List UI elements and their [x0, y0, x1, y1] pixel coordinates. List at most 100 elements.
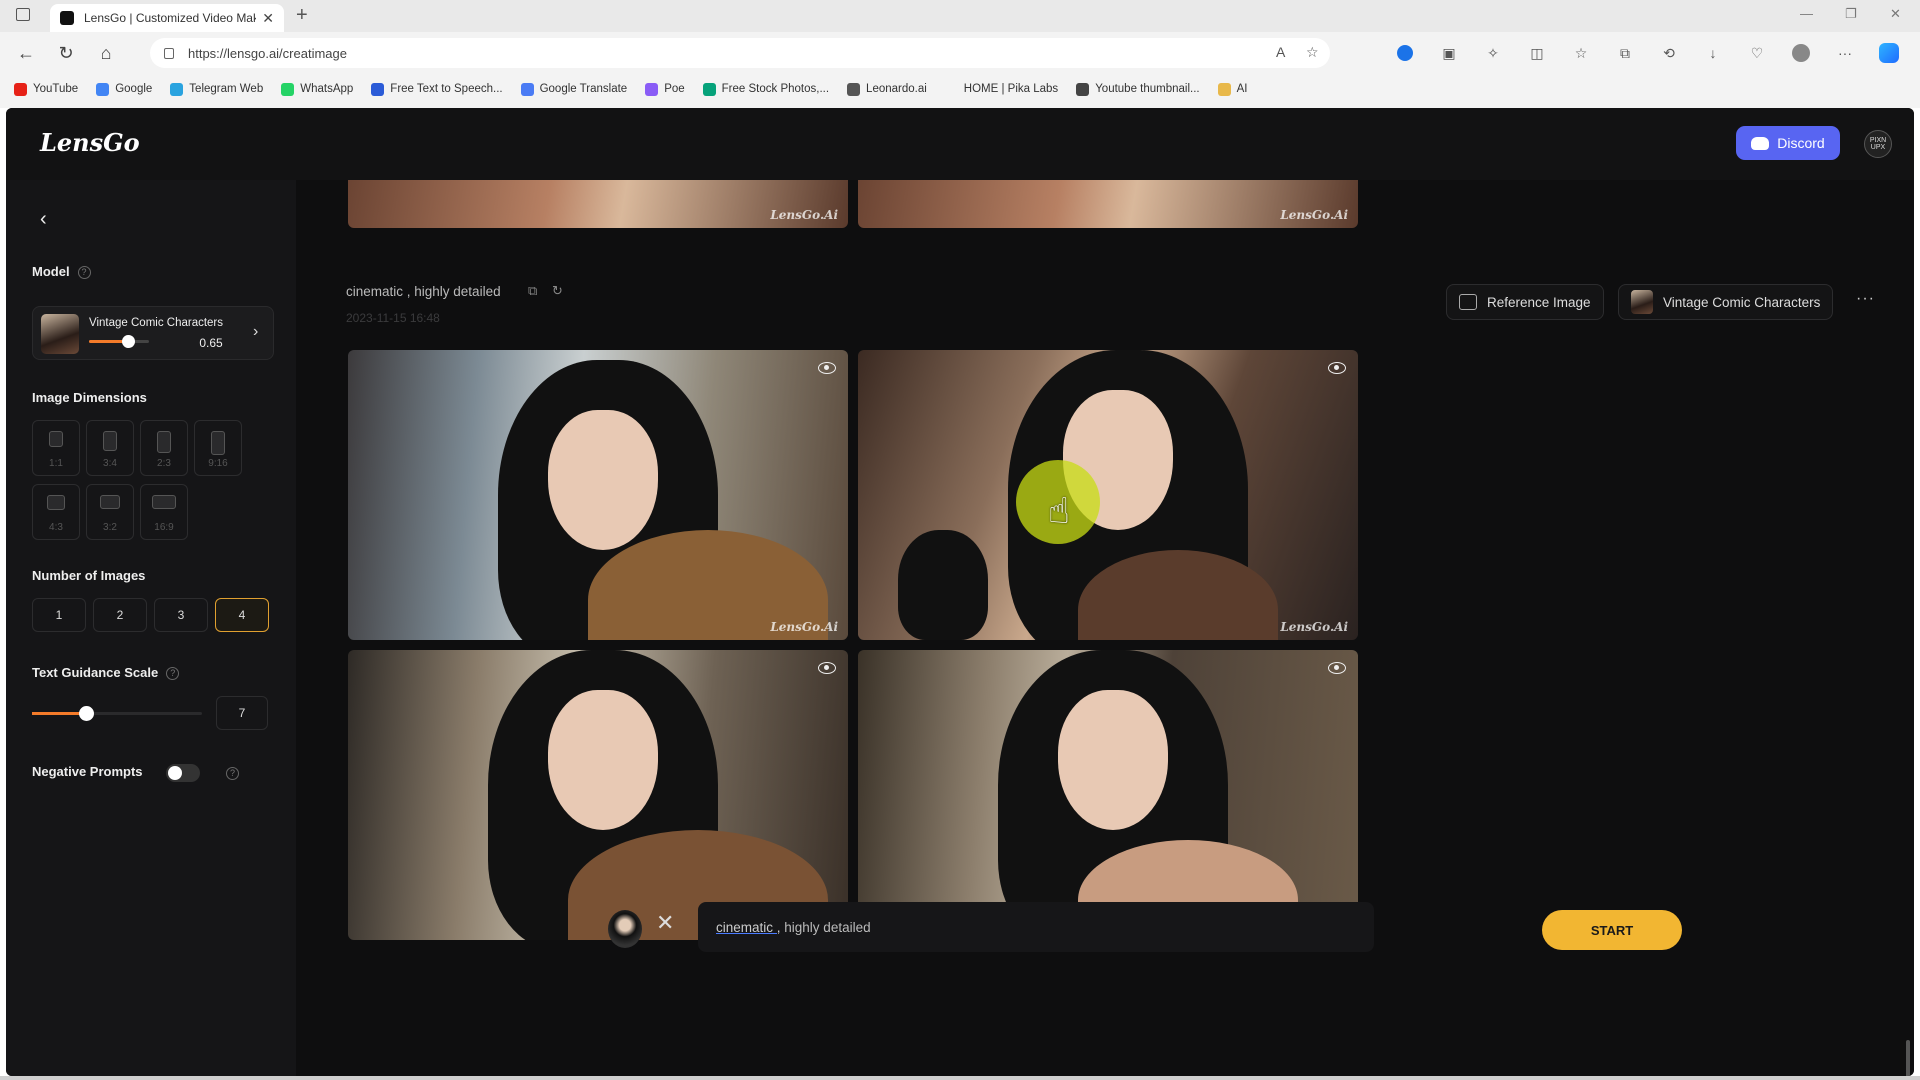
tab-strip: LensGo | Customized Video Mak ✕ + — ❐ ✕: [0, 0, 1920, 32]
profile-icon[interactable]: [1791, 44, 1811, 62]
generated-image-1[interactable]: LensGo.Ai: [348, 350, 848, 640]
split-screen-icon[interactable]: ◫: [1527, 44, 1547, 62]
guidance-label: Text Guidance Scale: [32, 665, 159, 680]
home-icon[interactable]: ⌂: [92, 43, 120, 64]
help-icon[interactable]: ?: [166, 667, 180, 681]
history-icon[interactable]: ⟲: [1659, 44, 1679, 62]
dimension-option[interactable]: 3:4: [86, 420, 134, 476]
dimension-option[interactable]: 3:2: [86, 484, 134, 540]
bookmark-item[interactable]: Leonardo.ai: [847, 82, 927, 96]
regenerate-icon[interactable]: ↻: [552, 283, 566, 298]
aspect-ratio-icon: [103, 431, 117, 451]
read-aloud-icon[interactable]: A: [1276, 44, 1285, 60]
model-strength-value[interactable]: 0.65: [193, 333, 229, 353]
bookmark-item[interactable]: Free Stock Photos,...: [702, 82, 829, 96]
bookmark-item[interactable]: Free Text to Speech...: [371, 82, 503, 96]
downloads-icon[interactable]: ↓: [1703, 44, 1723, 62]
negative-prompts-toggle[interactable]: [166, 764, 200, 782]
model-strength-slider[interactable]: [89, 335, 149, 348]
dimension-label: 1:1: [49, 458, 63, 469]
bookmark-item[interactable]: HOME | Pika Labs: [944, 82, 1058, 96]
image-icon: [1459, 294, 1477, 310]
minimize-icon[interactable]: —: [1800, 6, 1813, 21]
lensgo-logo[interactable]: LensGo: [40, 128, 140, 157]
lensgo-favicon-icon: [60, 11, 74, 25]
extension-square-icon[interactable]: ▣: [1439, 44, 1459, 62]
dimension-option[interactable]: 4:3: [32, 484, 80, 540]
bookmark-item[interactable]: AI: [1217, 82, 1248, 96]
favorites-icon[interactable]: ☆: [1571, 44, 1591, 62]
bookmark-item[interactable]: Telegram Web: [170, 82, 263, 96]
extension-blue-icon[interactable]: [1395, 44, 1415, 62]
bookmark-item[interactable]: Poe: [645, 82, 685, 96]
previous-image-2[interactable]: LensGo.Ai: [858, 180, 1358, 228]
previous-image-1[interactable]: LensGo.Ai: [348, 180, 848, 228]
back-arrow-icon[interactable]: ←: [12, 43, 40, 64]
guidance-slider[interactable]: [32, 706, 202, 721]
reference-image-button[interactable]: Reference Image: [1446, 284, 1604, 320]
window-bottom-edge: [0, 1076, 1920, 1080]
user-avatar[interactable]: PIXN UPX: [1864, 130, 1892, 158]
bookmark-item[interactable]: Google: [96, 82, 153, 96]
model-card[interactable]: Vintage Comic Characters 0.65 ›: [32, 306, 274, 360]
start-button[interactable]: START: [1542, 910, 1682, 950]
aspect-ratio-icon: [211, 431, 225, 455]
bookmark-item[interactable]: Google Translate: [520, 82, 627, 96]
help-icon[interactable]: ?: [77, 266, 91, 280]
num-images-option[interactable]: 2: [93, 598, 147, 632]
reload-icon[interactable]: ↻: [52, 43, 80, 64]
browser-essentials-icon[interactable]: ♡: [1747, 44, 1767, 62]
reference-thumbnail[interactable]: [608, 910, 642, 948]
bookmark-label: Poe: [664, 83, 685, 95]
dimension-label: 16:9: [154, 522, 174, 533]
remove-reference-icon[interactable]: ✕: [656, 910, 674, 936]
url-text: https://lensgo.ai/creatimage: [188, 45, 347, 61]
num-images-option[interactable]: 4: [215, 598, 269, 632]
lock-icon: [164, 47, 174, 59]
guidance-handle[interactable]: [79, 706, 95, 721]
guidance-value[interactable]: 7: [216, 696, 268, 730]
tab-actions-icon[interactable]: [16, 8, 30, 21]
prompt-input[interactable]: cinematic , highly detailed: [698, 902, 1374, 952]
restore-icon[interactable]: ❐: [1845, 6, 1857, 22]
discord-button[interactable]: Discord: [1736, 126, 1840, 160]
bookmark-item[interactable]: YouTube: [14, 82, 78, 96]
bookmark-item[interactable]: WhatsApp: [281, 82, 353, 96]
dimension-option[interactable]: 9:16: [194, 420, 242, 476]
browser-tab[interactable]: LensGo | Customized Video Mak ✕: [50, 4, 284, 32]
bookmark-item[interactable]: Youtube thumbnail...: [1076, 82, 1200, 96]
bookmark-label: Google: [115, 83, 153, 95]
bookmark-icon: [1217, 82, 1231, 96]
copy-icon[interactable]: ⧉: [528, 283, 542, 298]
chevron-right-icon[interactable]: ›: [253, 323, 258, 341]
generated-image-2[interactable]: LensGo.Ai: [858, 350, 1358, 640]
dimension-option[interactable]: 16:9: [140, 484, 188, 540]
aspect-ratio-icon: [157, 431, 171, 453]
address-bar[interactable]: https://lensgo.ai/creatimage A ☆: [150, 38, 1330, 68]
num-images-option[interactable]: 1: [32, 598, 86, 632]
close-window-icon[interactable]: ✕: [1890, 6, 1901, 22]
settings-more-icon[interactable]: ···: [1835, 44, 1855, 62]
view-eye-icon[interactable]: [818, 662, 836, 674]
view-eye-icon[interactable]: [1328, 362, 1346, 374]
num-images-option[interactable]: 3: [154, 598, 208, 632]
gallery-area: LensGo.Ai LensGo.Ai cinematic , highly d…: [296, 180, 1914, 1076]
model-strength-handle[interactable]: [122, 335, 135, 348]
help-icon[interactable]: ?: [226, 767, 239, 780]
dimension-option[interactable]: 2:3: [140, 420, 188, 476]
dimension-option[interactable]: 1:1: [32, 420, 80, 476]
more-options-icon[interactable]: ···: [1856, 290, 1875, 308]
new-tab-icon[interactable]: +: [296, 4, 308, 27]
watermark: LensGo.Ai: [1280, 620, 1348, 634]
copilot-icon[interactable]: [1879, 43, 1899, 63]
favorite-star-icon[interactable]: ☆: [1306, 44, 1319, 61]
scrollbar-thumb[interactable]: [1906, 1040, 1910, 1076]
close-tab-icon[interactable]: ✕: [262, 10, 274, 27]
extensions-icon[interactable]: ✧: [1483, 44, 1503, 62]
collections-icon[interactable]: ⧉: [1615, 44, 1635, 62]
view-eye-icon[interactable]: [818, 362, 836, 374]
model-thumbnail: [41, 314, 79, 354]
back-chevron-icon[interactable]: ‹: [40, 208, 47, 231]
model-pill[interactable]: Vintage Comic Characters: [1618, 284, 1834, 320]
view-eye-icon[interactable]: [1328, 662, 1346, 674]
